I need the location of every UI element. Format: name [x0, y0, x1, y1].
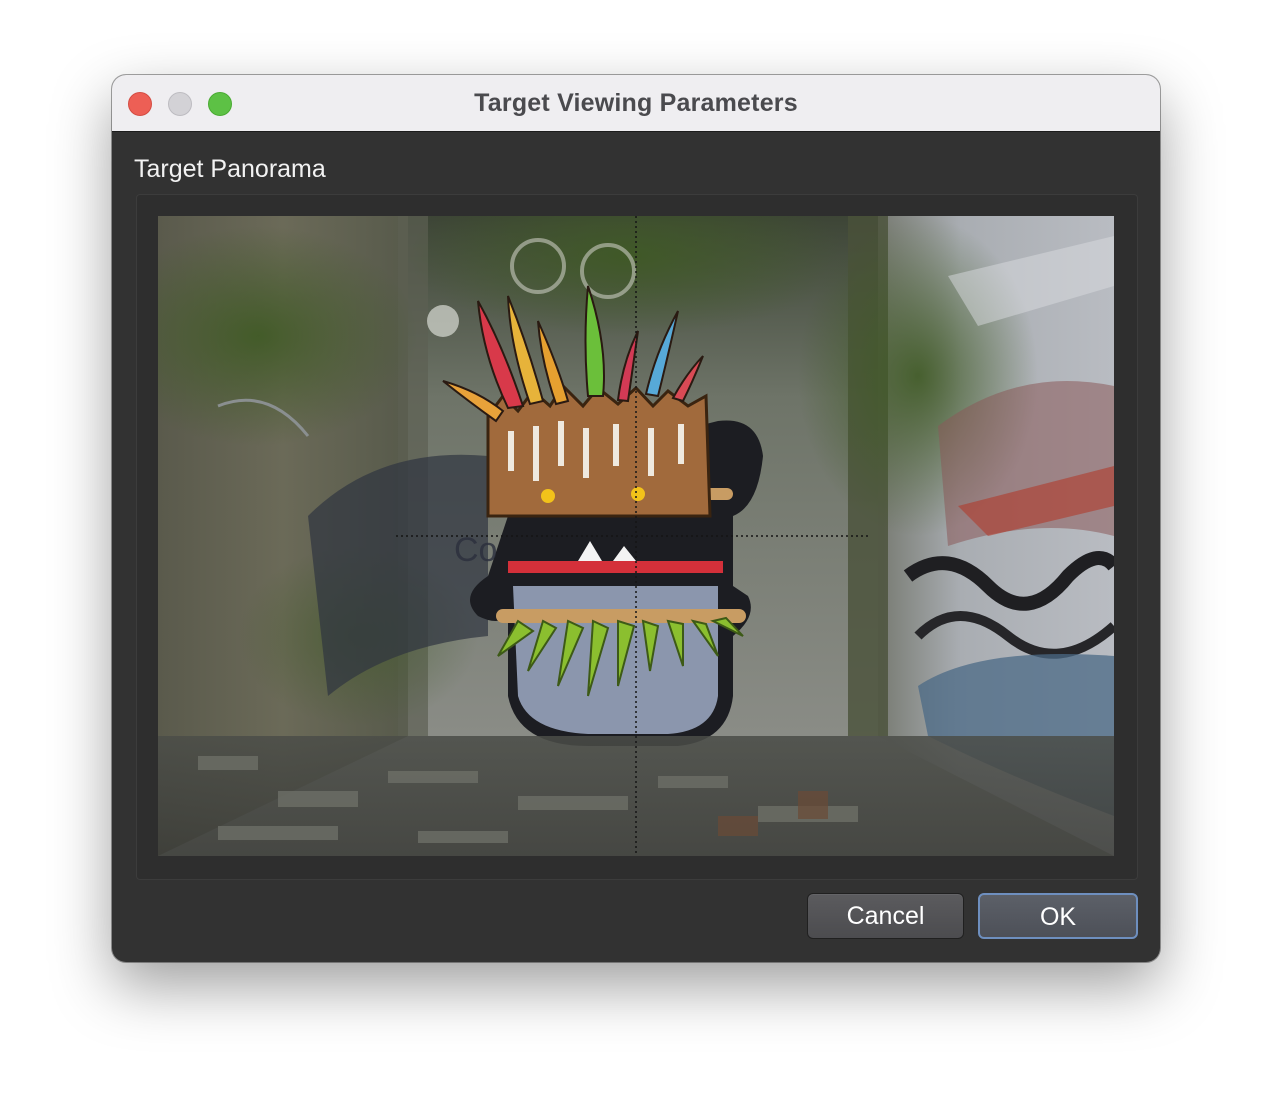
panorama-image: Co: [158, 216, 1114, 856]
cancel-button[interactable]: Cancel: [807, 893, 964, 939]
ok-button[interactable]: OK: [978, 893, 1138, 939]
title-bar[interactable]: Target Viewing Parameters: [112, 75, 1160, 132]
target-panorama-label: Target Panorama: [134, 155, 326, 183]
graffiti-text: Co: [454, 531, 497, 569]
panorama-preview[interactable]: Co: [158, 216, 1114, 856]
dialog-window: Target Viewing Parameters Target Panoram…: [112, 75, 1160, 962]
window-title: Target Viewing Parameters: [474, 89, 798, 117]
